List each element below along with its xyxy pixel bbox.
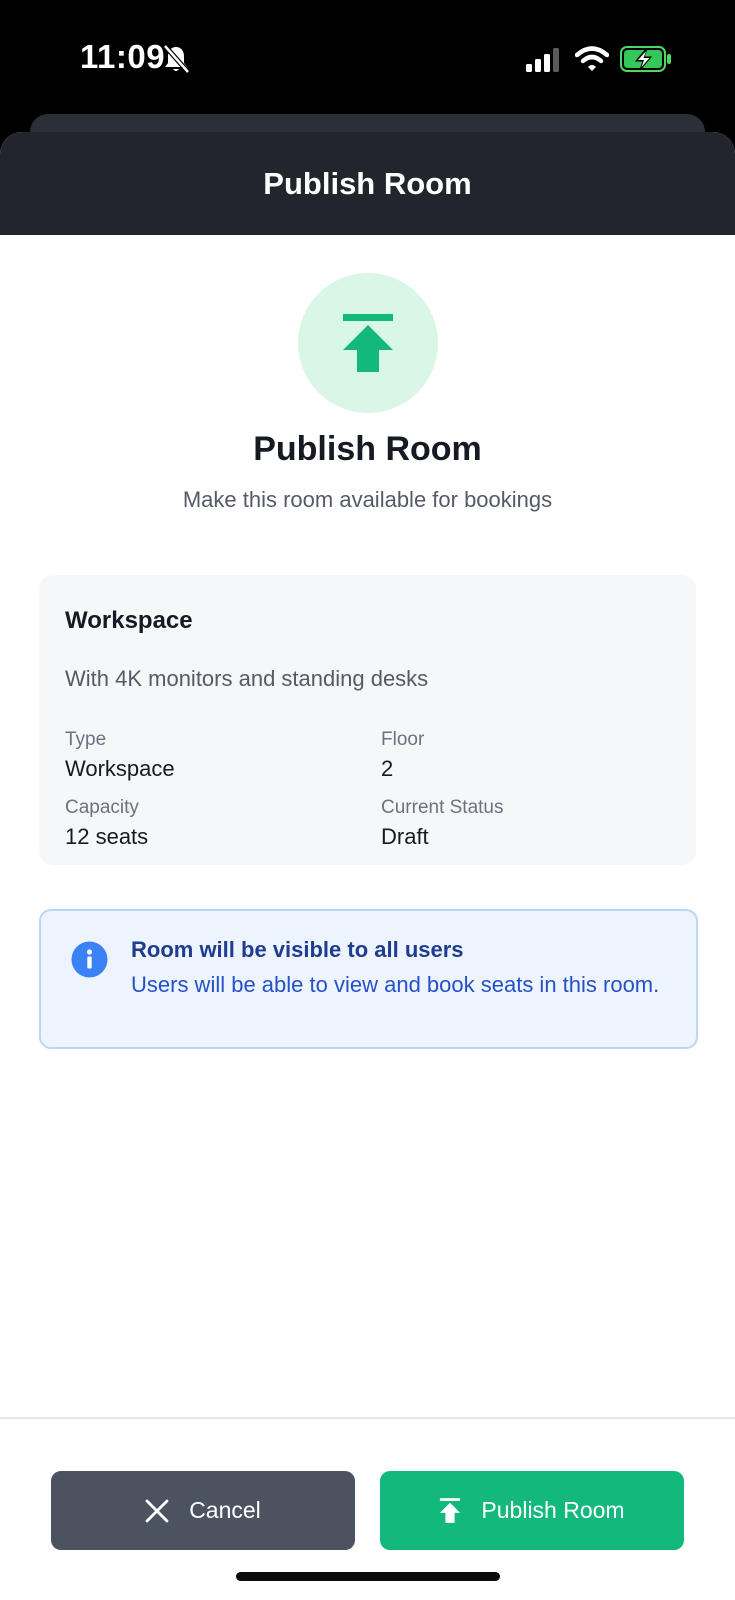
hero-icon-circle xyxy=(298,273,438,413)
room-description: With 4K monitors and standing desks xyxy=(65,666,429,691)
cellular-signal-icon xyxy=(526,48,562,72)
wifi-icon xyxy=(574,46,610,72)
status-value: Draft xyxy=(381,824,429,849)
type-label: Type xyxy=(65,729,107,750)
status-label: Current Status xyxy=(381,797,504,818)
hero-title: Publish Room xyxy=(253,430,482,468)
publish-room-button-label: Publish Room xyxy=(481,1497,625,1523)
battery-charging-icon xyxy=(620,46,672,72)
info-text: Users will be able to view and book seat… xyxy=(131,972,660,997)
footer-divider xyxy=(0,1417,735,1419)
publish-room-sheet: Publish Room Publish Room Make this room… xyxy=(0,132,735,1600)
cancel-button-label: Cancel xyxy=(189,1497,261,1523)
upload-arrow-icon xyxy=(440,1497,461,1523)
bell-muted-icon xyxy=(162,44,190,74)
type-value: Workspace xyxy=(65,756,175,781)
room-name: Workspace xyxy=(65,607,193,634)
hero-subtitle: Make this room available for bookings xyxy=(182,487,553,512)
status-time: 11:09 xyxy=(80,38,166,75)
floor-value: 2 xyxy=(381,756,394,781)
capacity-label: Capacity xyxy=(65,797,139,818)
sheet-header-title: Publish Room xyxy=(263,165,472,201)
home-indicator[interactable] xyxy=(236,1572,500,1581)
upload-arrow-icon xyxy=(343,314,393,372)
status-bar: 11:09 xyxy=(0,0,735,120)
visibility-info-banner: Room will be visible to all users Users … xyxy=(39,909,698,1049)
info-icon xyxy=(71,941,108,978)
close-icon xyxy=(145,1499,169,1522)
sheet-header: Publish Room xyxy=(0,132,735,235)
floor-label: Floor xyxy=(381,729,425,750)
info-title: Room will be visible to all users xyxy=(131,937,464,962)
room-details-card: Workspace With 4K monitors and standing … xyxy=(39,575,696,865)
publish-room-button[interactable]: Publish Room xyxy=(380,1471,684,1550)
capacity-value: 12 seats xyxy=(65,824,149,849)
cancel-button[interactable]: Cancel xyxy=(51,1471,355,1550)
